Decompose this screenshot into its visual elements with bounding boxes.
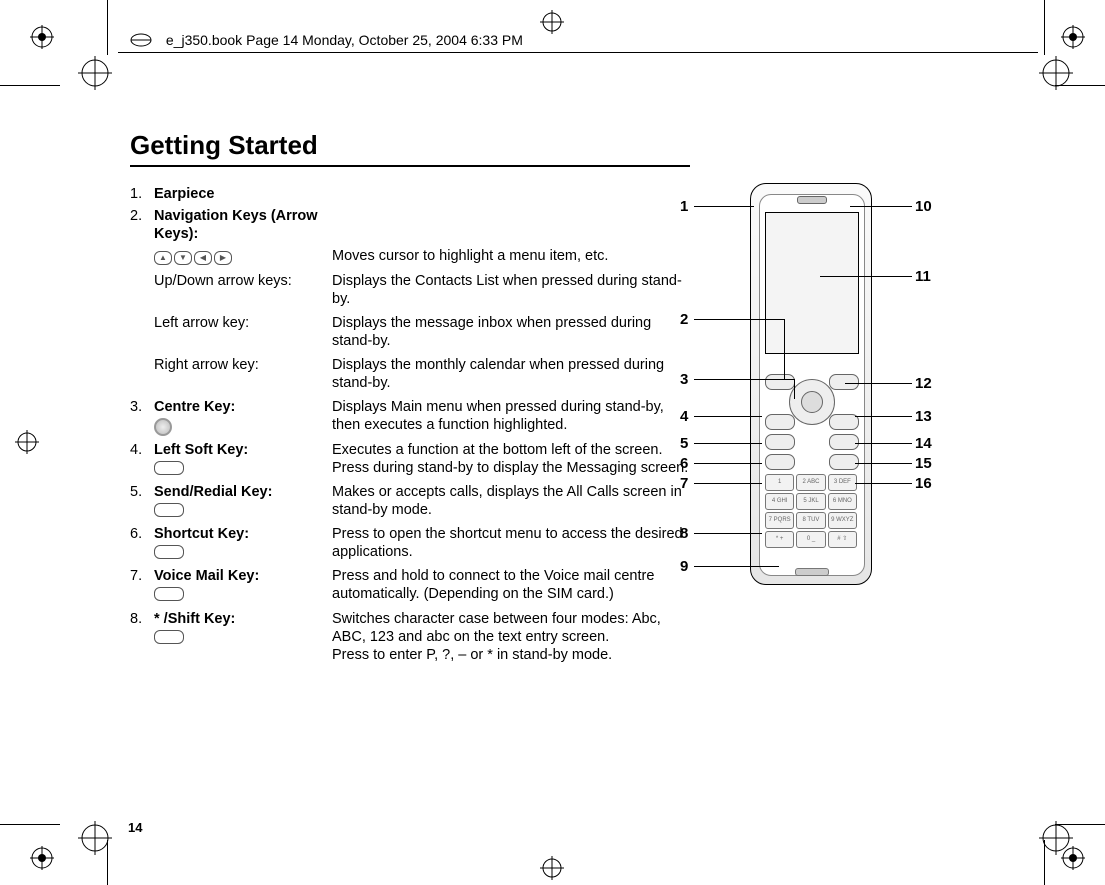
leader-line: [855, 463, 912, 464]
keypad-key: 8 TUV: [796, 512, 825, 529]
corner-cross-icon: [78, 821, 112, 855]
title-rule: [130, 165, 690, 167]
keypad-key: 5 JKL: [796, 493, 825, 510]
keypad-key: 0 _: [796, 531, 825, 548]
callout-16: 16: [915, 475, 932, 492]
callout-4: 4: [680, 408, 688, 425]
page-header: e_j350.book Page 14 Monday, October 25, …: [130, 32, 523, 50]
leader-line: [855, 483, 912, 484]
keypad-key: 9 WXYZ: [828, 512, 857, 529]
send-key: [765, 414, 795, 430]
phone-body: 12 ABC3 DEF 4 GHI5 JKL6 MNO 7 PQRS8 TUV9 W…: [750, 183, 872, 585]
centre-key: [801, 391, 823, 413]
key-icon: [154, 503, 184, 517]
keypad: 12 ABC3 DEF 4 GHI5 JKL6 MNO 7 PQRS8 TUV9 W…: [765, 474, 857, 550]
leader-line: [855, 416, 912, 417]
clear-key: [829, 434, 859, 450]
leader-line: [694, 206, 754, 207]
key-icon: [154, 630, 184, 644]
leader-line: [850, 206, 912, 207]
list-item: 8.* /Shift Key:Switches character case b…: [130, 610, 1000, 664]
callout-11: 11: [915, 268, 931, 285]
leader-line: [694, 416, 762, 417]
key-row-right: [829, 454, 859, 470]
leader-line: [694, 379, 794, 380]
callout-13: 13: [915, 408, 932, 425]
leader-line: [855, 443, 912, 444]
keypad-key: 7 PQRS: [765, 512, 794, 529]
callout-6: 6: [680, 455, 688, 472]
callout-14: 14: [915, 435, 932, 452]
corner-cross-icon: [1039, 56, 1073, 90]
header-oval-icon: [130, 33, 152, 50]
keypad-key: 4 GHI: [765, 493, 794, 510]
page-title: Getting Started: [130, 130, 1000, 161]
crop-line: [1044, 0, 1045, 55]
callout-7: 7: [680, 475, 688, 492]
leader-line: [820, 276, 912, 277]
header-rule: [118, 52, 1038, 53]
leader-line: [694, 319, 784, 320]
key-icon: [154, 461, 184, 475]
keypad-key: * +: [765, 531, 794, 548]
callout-8: 8: [680, 525, 688, 542]
right-soft-key: [829, 374, 859, 390]
voicemail-key: [765, 454, 795, 470]
shortcut-key: [765, 434, 795, 450]
callout-2: 2: [680, 311, 688, 328]
leader-line: [784, 319, 785, 379]
key-icon: [154, 545, 184, 559]
keypad-key: 1: [765, 474, 794, 491]
arrow-down-icon: ▼: [174, 251, 192, 265]
leader-line: [694, 533, 762, 534]
callout-5: 5: [680, 435, 688, 452]
page-number: 14: [128, 820, 142, 835]
arrow-left-icon: ◀: [194, 251, 212, 265]
centre-key-icon: [154, 418, 172, 436]
reg-mark-icon: [1061, 25, 1085, 49]
arrow-up-icon: ▲: [154, 251, 172, 265]
crop-line: [0, 85, 60, 86]
corner-cross-icon: [78, 56, 112, 90]
keypad-key: # ⇧: [828, 531, 857, 548]
leader-line: [694, 566, 779, 567]
keypad-key: 6 MNO: [828, 493, 857, 510]
leader-line: [845, 383, 912, 384]
reg-mark-icon: [540, 856, 564, 880]
leader-line: [794, 379, 795, 399]
keypad-key: 2 ABC: [796, 474, 825, 491]
left-soft-key: [765, 374, 795, 390]
reg-mark-icon: [30, 846, 54, 870]
mic-icon: [795, 568, 829, 576]
header-text: e_j350.book Page 14 Monday, October 25, …: [166, 32, 523, 48]
leader-line: [694, 443, 762, 444]
callout-15: 15: [915, 455, 932, 472]
key-icon: [154, 587, 184, 601]
callout-3: 3: [680, 371, 688, 388]
keypad-key: 3 DEF: [828, 474, 857, 491]
leader-line: [694, 483, 762, 484]
corner-cross-icon: [1039, 821, 1073, 855]
reg-mark-icon: [15, 430, 39, 454]
arrow-right-icon: ▶: [214, 251, 232, 265]
callout-12: 12: [915, 375, 932, 392]
leader-line: [694, 463, 762, 464]
callout-9: 9: [680, 558, 688, 575]
callout-1: 1: [680, 198, 688, 215]
callout-10: 10: [915, 198, 932, 215]
reg-mark-icon: [540, 10, 564, 34]
reg-mark-icon: [30, 25, 54, 49]
phone-diagram: 12 ABC3 DEF 4 GHI5 JKL6 MNO 7 PQRS8 TUV9 W…: [690, 183, 980, 603]
phone-screen: [765, 212, 859, 354]
crop-line: [0, 824, 60, 825]
crop-line: [107, 0, 108, 55]
earpiece-icon: [797, 196, 827, 204]
